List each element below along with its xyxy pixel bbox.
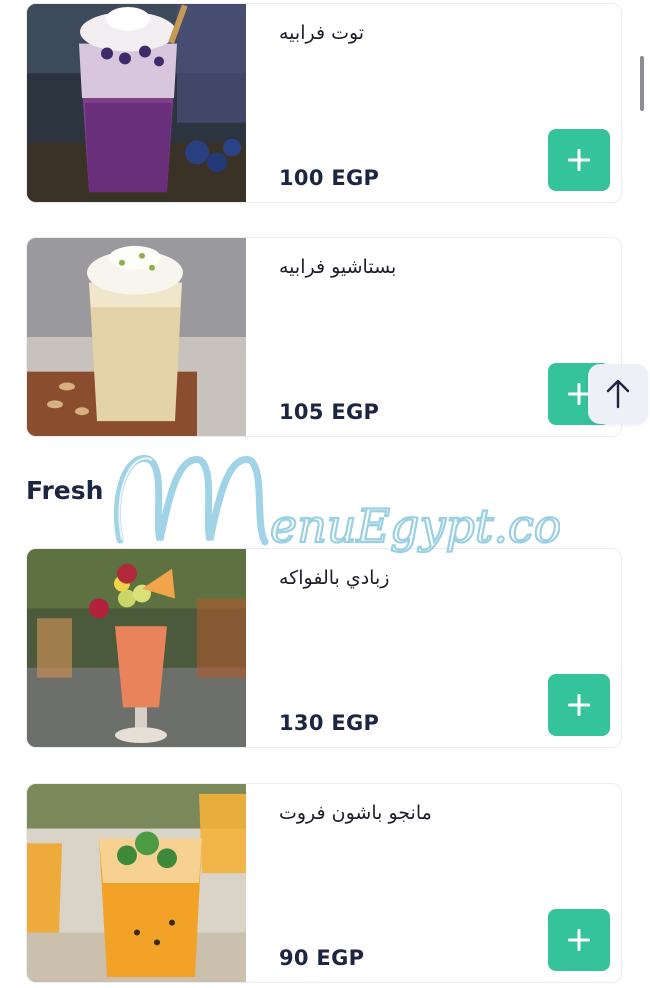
add-to-cart-button[interactable]	[548, 909, 610, 971]
item-price: 90 EGP	[279, 946, 365, 970]
pistachio-frappe-image	[27, 238, 246, 436]
scrollbar[interactable]	[640, 56, 644, 111]
item-price: 105 EGP	[279, 400, 380, 424]
item-name: زبادي بالفواكه	[279, 567, 390, 589]
plus-icon	[568, 149, 590, 171]
plus-icon	[568, 694, 590, 716]
menu-page: توت فرابيه 100 EGP بستاشيو فرابيه 105 EG…	[0, 0, 650, 988]
fruit-yogurt-image	[27, 549, 246, 747]
menu-item-card[interactable]: توت فرابيه 100 EGP	[26, 3, 622, 203]
arrow-up-icon	[606, 379, 630, 409]
item-price: 130 EGP	[279, 711, 380, 735]
item-name: توت فرابيه	[279, 22, 365, 44]
svg-text:enuEgypt.com: enuEgypt.com	[270, 499, 560, 553]
item-name: بستاشيو فرابيه	[279, 256, 397, 278]
menu-item-card[interactable]: مانجو باشون فروت 90 EGP	[26, 783, 622, 983]
section-title: Fresh	[26, 476, 104, 505]
add-to-cart-button[interactable]	[548, 674, 610, 736]
item-name: مانجو باشون فروت	[279, 802, 432, 824]
menu-item-card[interactable]: بستاشيو فرابيه 105 EGP	[26, 237, 622, 437]
add-to-cart-button[interactable]	[548, 129, 610, 191]
plus-icon	[568, 929, 590, 951]
menu-item-card[interactable]: زبادي بالفواكه 130 EGP	[26, 548, 622, 748]
scroll-to-top-button[interactable]	[588, 364, 648, 424]
berry-frappe-image	[27, 4, 246, 202]
mango-passion-fruit-image	[27, 784, 246, 982]
item-price: 100 EGP	[279, 166, 380, 190]
